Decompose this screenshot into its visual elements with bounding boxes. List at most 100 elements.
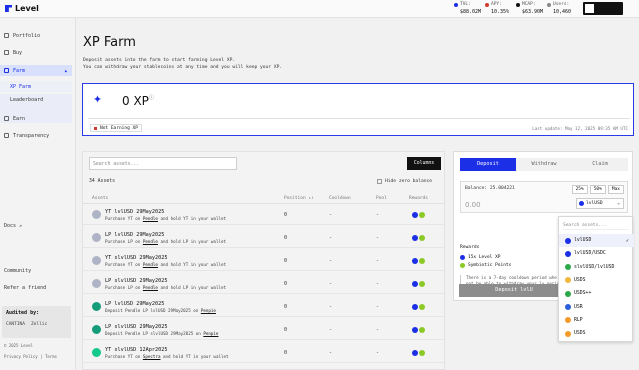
sidebar-item-label: Farm [13, 67, 26, 74]
mcap-icon [516, 2, 520, 7]
reward-icons [412, 235, 425, 241]
position-value: 0 [284, 212, 288, 218]
protocol-link[interactable]: Pendle [143, 239, 158, 244]
reward-label: 15x Level XP [468, 255, 501, 260]
cooldown-value: - [329, 212, 333, 218]
sidebar-link-refer[interactable]: Refer a friend [0, 282, 76, 293]
col-assets[interactable]: Assets [92, 196, 108, 201]
pool-value: - [376, 258, 380, 264]
check-icon: ✓ [625, 237, 629, 244]
stat-value: $88.02M [460, 9, 482, 15]
protocol-link[interactable]: Pendle [143, 262, 158, 267]
dropdown-option[interactable]: USDS [559, 274, 634, 287]
stat-apy: APY: 10.35% [485, 2, 512, 15]
assets-search-input[interactable]: Search assets... [89, 157, 237, 170]
instruction-text: and hold LP in your wallet [157, 239, 227, 244]
amount-input[interactable]: 0.00 [465, 201, 481, 209]
wallet-avatar [585, 4, 594, 13]
max-button[interactable]: Max [607, 185, 624, 194]
reward-icons [412, 258, 425, 264]
protocol-link[interactable]: Spectra [143, 354, 161, 359]
dropdown-option[interactable]: slvlUSD/lvlUSD [559, 261, 634, 274]
position-value: 0 [284, 350, 288, 356]
cooldown-value: - [329, 327, 333, 333]
position-value: 0 [284, 304, 288, 310]
option-label: lvlUSD/USDC [574, 251, 606, 257]
position-value: 0 [284, 281, 288, 287]
pct-50-button[interactable]: 50% [589, 185, 606, 194]
xp-card: ✦ 0 XPⓘ Not Earning XP Last update: May … [82, 83, 634, 136]
table-row[interactable]: LP lvlUSD 29May2025 Deposit Pendle LP lvl… [83, 297, 444, 317]
dropdown-option[interactable]: RLP [559, 314, 634, 327]
col-rewards: Rewards [409, 196, 428, 201]
table-row[interactable]: LP slvlUSD 29May2025 Purchase LP on Pendl… [83, 274, 444, 294]
sidebar-link-docs[interactable]: Docs ↗ [0, 220, 76, 231]
cantina-logo[interactable]: CANTINA [6, 322, 25, 327]
hide-zero-toggle[interactable]: Hide zero balance [377, 179, 432, 184]
sidebar-item-earn[interactable]: Earn [0, 113, 76, 124]
sidebar-item-transparency[interactable]: Transparency [0, 130, 76, 141]
sidebar-sub-leaderboard[interactable]: Leaderboard [0, 94, 72, 105]
zellic-logo[interactable]: Zellic [31, 322, 47, 327]
symbiotic-icon [419, 304, 425, 310]
token-select[interactable]: lvlUSD ⌄ [576, 198, 624, 209]
protocol-link[interactable]: Pendle [143, 285, 158, 290]
asset-token-icon [92, 325, 101, 334]
reward-icons [412, 327, 425, 333]
sidebar-link-community[interactable]: Community [0, 265, 76, 276]
chevron-up-icon: ▲ [64, 68, 67, 73]
wallet-button[interactable] [583, 2, 623, 15]
checkbox-icon[interactable] [377, 179, 382, 184]
xp-value: 0 XPⓘ [122, 94, 154, 108]
table-row[interactable]: LP lvlUSD 29May2025 Purchase LP on Pendle… [83, 228, 444, 248]
dropdown-option[interactable]: USDS [559, 327, 634, 340]
earn-icon [4, 116, 9, 121]
pct-25-button[interactable]: 25% [571, 185, 588, 194]
protocol-link[interactable]: Penpie [201, 308, 216, 313]
tab-claim[interactable]: Claim [572, 158, 628, 171]
tab-withdraw[interactable]: Withdraw [516, 158, 572, 171]
header-stats: TVL: $88.02M APY: 10.35% MCAP: $63.90M U… [454, 2, 578, 15]
table-row[interactable]: LP slvlUSD 12Apr2025Purchase LP on Spect… [83, 366, 444, 369]
reward-symbiotic: Symbiotic Points [460, 263, 511, 268]
level-logo[interactable]: Level [5, 4, 39, 13]
table-header: Assets Position ↓↑ Cooldown Pool Rewards [83, 193, 444, 204]
sidebar-item-buy[interactable]: Buy [0, 47, 76, 58]
reward-icons [412, 281, 425, 287]
reward-label: Symbiotic Points [468, 263, 512, 268]
apy-icon [485, 2, 489, 7]
dropdown-option[interactable]: USR [559, 301, 634, 314]
divider [88, 118, 630, 119]
dropdown-option[interactable]: lvlUSD ✓ [559, 234, 634, 247]
dropdown-search-input[interactable]: Search assets... [563, 220, 629, 230]
balance-text: Balance: 25.004221 [465, 186, 515, 191]
protocol-link[interactable]: Penpie [203, 331, 218, 336]
level-xp-icon [412, 258, 418, 264]
columns-button[interactable]: Columns [407, 157, 441, 170]
token-label: lvlUSD [586, 201, 603, 206]
dropdown-option[interactable]: USDS++ [559, 287, 634, 300]
stat-label: Users: [553, 2, 570, 7]
instruction-text: and hold LP in your wallet [157, 285, 227, 290]
sidebar-item-portfolio[interactable]: Portfolio [0, 30, 76, 41]
table-row[interactable]: YT slvlUSD 12Apr2025 Purchase YT on Spect… [83, 343, 444, 363]
transparency-icon [4, 133, 9, 138]
sidebar-sub-xp-farm[interactable]: XP Farm [0, 81, 72, 92]
token-icon [565, 237, 571, 244]
col-position[interactable]: Position ↓↑ [284, 196, 314, 201]
dropdown-option[interactable]: lvlUSD/USDC [559, 247, 634, 260]
sidebar-item-farm[interactable]: Farm ▲ [0, 65, 72, 76]
table-row[interactable]: LP slvlUSD 29May2025 Deposit Pendle LP sl… [83, 320, 444, 340]
table-row[interactable]: YT slvlUSD 29May2025 Purchase YT on Pendl… [83, 251, 444, 271]
status-text: Not Earning XP [100, 125, 138, 131]
tab-deposit[interactable]: Deposit [460, 158, 516, 171]
symbiotic-icon [419, 281, 425, 287]
protocol-link[interactable]: Pendle [143, 216, 158, 221]
asset-instruction: Deposit Pendle LP slvlUSD 29May2025 on P… [105, 331, 218, 336]
copyright: © 2025 Level [4, 343, 33, 348]
instruction-text: Purchase YT on [105, 262, 143, 267]
table-row[interactable]: YT lvlUSD 29May2025 Purchase YT on Pendle… [83, 205, 444, 225]
legal-links[interactable]: Privacy Policy | Terms [4, 354, 57, 359]
info-icon[interactable]: ⓘ [149, 95, 154, 101]
deposit-button[interactable]: Deposit lvlU [459, 284, 569, 297]
